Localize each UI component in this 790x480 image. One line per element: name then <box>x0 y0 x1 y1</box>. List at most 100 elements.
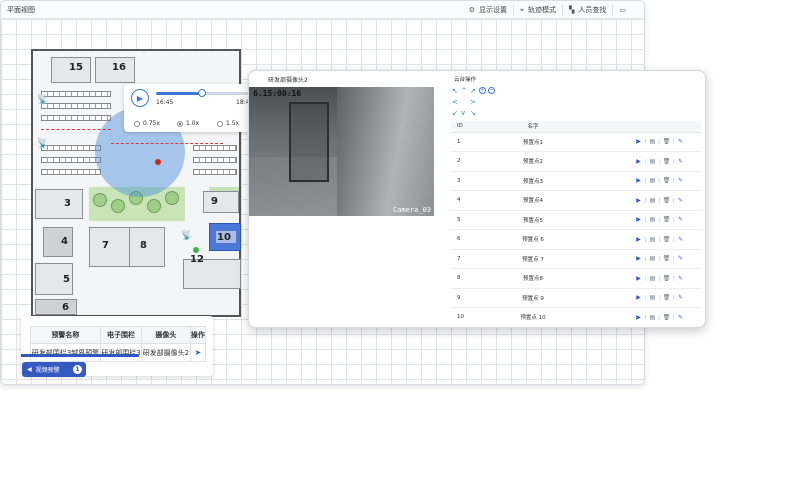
camera-icon[interactable]: 📡 <box>37 139 48 149</box>
table-row[interactable]: 9 预置点 9 ▶ ▤ 🗑 ✎ <box>451 288 701 308</box>
camera-icon[interactable]: 📡 <box>37 95 48 105</box>
zoom-out-icon[interactable]: − <box>488 87 495 94</box>
desk-row <box>41 157 101 163</box>
table-row[interactable]: 6 预置点 6 ▶ ▤ 🗑 ✎ <box>451 229 701 250</box>
speed-option-10[interactable]: 1.0x <box>177 120 199 127</box>
desk-row <box>193 169 237 175</box>
ptz-up-right-icon[interactable]: ↗ <box>470 87 476 95</box>
play-icon[interactable]: ▶ <box>634 236 643 243</box>
play-icon[interactable]: ▶ <box>634 197 643 204</box>
table-row[interactable]: 1 预置点1 ▶ ▤ 🗑 ✎ <box>451 132 701 152</box>
delete-icon[interactable]: 🗑 <box>662 158 671 165</box>
save-icon[interactable]: ▤ <box>648 158 657 165</box>
edit-icon[interactable]: ✎ <box>676 275 685 282</box>
room-8[interactable]: 8 <box>129 227 165 267</box>
person-location-marker[interactable] <box>155 159 161 165</box>
ptz-down-icon[interactable]: v <box>461 109 465 117</box>
ptz-right-icon[interactable]: > <box>470 98 476 106</box>
room-16[interactable]: 16 <box>95 57 135 83</box>
room-3[interactable]: 3 <box>35 189 83 219</box>
preset-actions: ▶ ▤ 🗑 ✎ <box>593 288 701 308</box>
edit-icon[interactable]: ✎ <box>676 236 685 243</box>
preset-id: 8 <box>451 268 473 289</box>
table-row[interactable]: 5 预置点5 ▶ ▤ 🗑 ✎ <box>451 210 701 230</box>
save-icon[interactable]: ▤ <box>648 294 657 301</box>
save-icon[interactable]: ▤ <box>648 197 657 204</box>
radio-icon <box>134 120 140 127</box>
speed-option-15[interactable]: 1.5x <box>217 120 239 127</box>
preset-name: 预置点8 <box>473 268 593 289</box>
play-icon[interactable]: ▶ <box>634 275 643 282</box>
delete-icon[interactable]: 🗑 <box>662 138 671 145</box>
room-10[interactable]: 10 <box>209 223 241 251</box>
delete-icon[interactable]: 🗑 <box>662 197 671 204</box>
person-location-marker[interactable] <box>193 247 199 253</box>
video-stream[interactable]: 6.15:00:16 Camera_03 <box>249 87 434 216</box>
ptz-up-left-icon[interactable]: ↖ <box>452 87 458 95</box>
table-row[interactable]: 3 预置点3 ▶ ▤ 🗑 ✎ <box>451 171 701 191</box>
ptz-left-icon[interactable]: < <box>452 98 458 106</box>
navigate-icon[interactable]: ➤ <box>194 348 201 357</box>
edit-icon[interactable]: ✎ <box>676 138 685 145</box>
room-number: 7 <box>102 240 109 251</box>
save-icon[interactable]: ▤ <box>648 236 657 243</box>
desk-row <box>193 145 237 151</box>
save-icon[interactable]: ▤ <box>648 138 657 145</box>
room-5[interactable]: 5 <box>35 263 73 295</box>
table-row[interactable]: 2 预置点2 ▶ ▤ 🗑 ✎ <box>451 151 701 172</box>
table-row[interactable]: 研发部围栏3越界预警 研发部围栏3 研发部摄像头2 ➤ <box>30 343 207 362</box>
save-icon[interactable]: ▤ <box>648 314 657 321</box>
table-row[interactable]: 4 预置点4 ▶ ▤ 🗑 ✎ <box>451 190 701 211</box>
edit-icon[interactable]: ✎ <box>676 197 685 204</box>
save-icon[interactable]: ▤ <box>648 255 657 262</box>
room-6[interactable]: 6 <box>35 299 77 315</box>
camera-icon[interactable]: 📡 <box>181 231 192 241</box>
delete-icon[interactable]: 🗑 <box>662 275 671 282</box>
save-icon[interactable]: ▤ <box>648 216 657 223</box>
ptz-down-right-icon[interactable]: ↘ <box>470 109 476 117</box>
table-row[interactable]: 7 预置点 7 ▶ ▤ 🗑 ✎ <box>451 249 701 269</box>
playback-knob[interactable] <box>197 89 206 97</box>
play-icon[interactable]: ▶ <box>634 216 643 223</box>
zoom-in-icon[interactable]: + <box>479 87 486 94</box>
room-9[interactable]: 9 <box>203 191 239 213</box>
edit-icon[interactable]: ✎ <box>676 216 685 223</box>
save-icon[interactable]: ▤ <box>648 275 657 282</box>
display-settings-button[interactable]: ⚙ 显示设置 <box>463 4 513 16</box>
edit-icon[interactable]: ✎ <box>676 255 685 262</box>
person-search-button[interactable]: ▚ 人员查找 <box>561 4 612 16</box>
preset-id: 10 <box>451 307 473 327</box>
table-row[interactable]: 8 预置点8 ▶ ▤ 🗑 ✎ <box>451 268 701 289</box>
speed-option-075[interactable]: 0.75x <box>134 120 160 127</box>
play-button[interactable]: ▶ <box>131 89 149 107</box>
delete-icon[interactable]: 🗑 <box>662 177 671 184</box>
track-mode-button[interactable]: ⌖ 轨迹模式 <box>513 4 562 16</box>
person-search-label: 人员查找 <box>578 6 607 14</box>
edit-icon[interactable]: ✎ <box>676 158 685 165</box>
play-icon[interactable]: ▶ <box>634 255 643 262</box>
play-icon[interactable]: ▶ <box>634 294 643 301</box>
save-icon[interactable]: ▤ <box>648 177 657 184</box>
ptz-up-icon[interactable]: ^ <box>461 87 467 95</box>
room-12[interactable]: 12 <box>183 254 241 289</box>
table-row[interactable]: 10 预置点 10 ▶ ▤ 🗑 ✎ <box>451 307 701 327</box>
delete-icon[interactable]: 🗑 <box>662 314 671 321</box>
room-number: 3 <box>64 198 71 209</box>
delete-icon[interactable]: 🗑 <box>662 255 671 262</box>
video-alarm-button[interactable]: ◀ 视频预警 1 <box>22 362 86 377</box>
playback-slider[interactable] <box>156 89 251 97</box>
delete-icon[interactable]: 🗑 <box>662 216 671 223</box>
ptz-down-left-icon[interactable]: ↙ <box>452 109 458 117</box>
delete-icon[interactable]: 🗑 <box>662 294 671 301</box>
fold-map-button[interactable]: ▭ <box>612 4 636 16</box>
play-icon[interactable]: ▶ <box>634 314 643 321</box>
edit-icon[interactable]: ✎ <box>676 177 685 184</box>
room-15[interactable]: 15 <box>51 57 91 83</box>
play-icon[interactable]: ▶ <box>634 158 643 165</box>
edit-icon[interactable]: ✎ <box>676 314 685 321</box>
play-icon[interactable]: ▶ <box>634 177 643 184</box>
delete-icon[interactable]: 🗑 <box>662 236 671 243</box>
edit-icon[interactable]: ✎ <box>676 294 685 301</box>
room-4[interactable]: 4 <box>43 227 73 257</box>
play-icon[interactable]: ▶ <box>634 138 643 145</box>
